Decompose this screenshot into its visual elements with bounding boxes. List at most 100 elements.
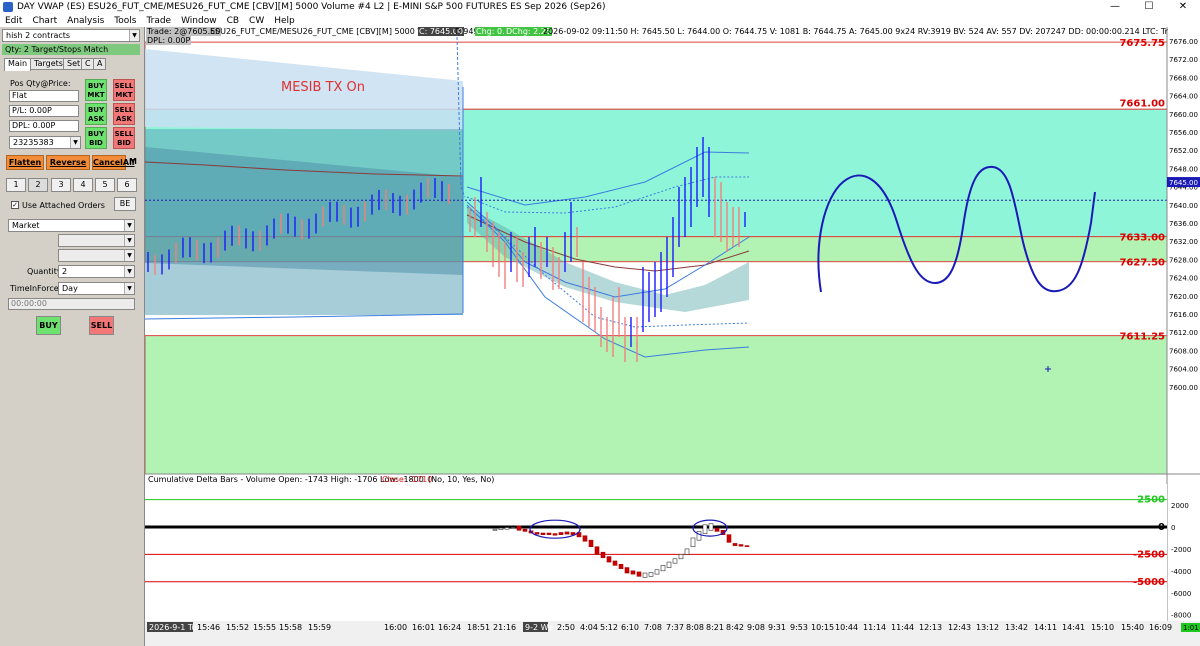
tab-main[interactable]: Main [4, 58, 32, 71]
menu-bar: Edit Chart Analysis Tools Trade Window C… [0, 14, 1200, 27]
order-param-select-1[interactable]: ▼ [58, 234, 135, 247]
maximize-button[interactable]: ☐ [1132, 0, 1166, 14]
qty-button-4[interactable]: 4 [73, 178, 93, 192]
time-tick-label: 11:14 [863, 623, 886, 632]
time-tick-label: 4:04 [580, 623, 598, 632]
buy-ask-sublabel: ASK [88, 115, 104, 123]
sell-market-button[interactable]: SELL MKT [113, 79, 135, 101]
time-tick-label: 16:00 [384, 623, 407, 632]
order-param-select-2[interactable]: ▼ [58, 249, 135, 262]
buy-market-sublabel: MKT [87, 91, 105, 99]
delta-tick-label: 2000 [1171, 502, 1189, 510]
order-type-select[interactable]: Market ▼ [8, 219, 135, 232]
delta-bar [678, 554, 684, 560]
tab-targets[interactable]: Targets [30, 58, 67, 70]
delta-tick-label: -2000 [1171, 546, 1191, 554]
minimize-button[interactable]: — [1098, 0, 1132, 14]
qty-button-3[interactable]: 3 [51, 178, 71, 192]
delta-bar [492, 528, 498, 531]
price-tick-label: 7604.00 [1169, 366, 1198, 374]
price-tick-label: 7624.00 [1169, 275, 1198, 283]
delta-level-label: -5000 [1133, 577, 1165, 588]
delta-tick-label: -6000 [1171, 590, 1191, 598]
window-title: DAY VWAP (ES) ESU26_FUT_CME/MESU26_FUT_C… [17, 2, 606, 12]
time-tick-label: 2:50 [557, 623, 575, 632]
menu-trade[interactable]: Trade [141, 16, 176, 26]
close-button[interactable]: ✕ [1166, 0, 1200, 14]
menu-tools[interactable]: Tools [109, 16, 141, 26]
delta-tick-label: -8000 [1171, 612, 1191, 620]
chevron-down-icon[interactable]: ▼ [124, 266, 134, 277]
delta-params-label: (No, 10, Yes, No) [428, 475, 495, 484]
chevron-down-icon[interactable]: ▼ [129, 30, 139, 41]
tif-label: TimeInForce: [10, 284, 62, 293]
menu-analysis[interactable]: Analysis [62, 16, 109, 26]
sell-bid-button[interactable]: SELL BID [113, 127, 135, 149]
time-field[interactable]: 00:00:00 [8, 298, 135, 310]
delta-bar [744, 545, 750, 547]
cancel-all-button[interactable]: CancelAll [92, 155, 135, 170]
qty-button-5[interactable]: 5 [95, 178, 115, 192]
account-id-select[interactable]: 23235383 ▼ [9, 136, 81, 149]
chevron-down-icon[interactable]: ▼ [124, 283, 134, 294]
use-attached-checkbox[interactable]: ✓ [11, 201, 19, 209]
delta-pane [145, 484, 1167, 621]
qty-button-2[interactable]: 2 [28, 178, 48, 192]
qty-button-6[interactable]: 6 [117, 178, 137, 192]
time-tick-label: 7:37 [666, 623, 684, 632]
buy-market-button[interactable]: BUY MKT [85, 79, 107, 101]
flatten-button[interactable]: Flatten [6, 155, 44, 170]
time-tick-label: 15:58 [279, 623, 302, 632]
time-tick-label: 8:42 [726, 623, 744, 632]
tif-select[interactable]: Day ▼ [58, 282, 135, 295]
delta-level-label: 2500 [1137, 495, 1165, 506]
menu-edit[interactable]: Edit [0, 16, 27, 26]
chevron-down-icon[interactable]: ▼ [70, 137, 80, 148]
buy-bid-label: BUY [87, 130, 105, 138]
sell-market-sublabel: MKT [115, 91, 133, 99]
time-tick-label: 13:12 [976, 623, 999, 632]
price-tick-label: 7620.00 [1169, 293, 1198, 301]
delta-bar [612, 560, 618, 566]
menu-chart[interactable]: Chart [27, 16, 62, 26]
menu-help[interactable]: Help [269, 16, 300, 26]
buy-button[interactable]: BUY [36, 316, 61, 335]
delta-bar [666, 561, 672, 568]
quantity-select[interactable]: 2 ▼ [58, 265, 135, 278]
tab-a[interactable]: A [93, 58, 107, 70]
price-chart-area[interactable]: 7675.75 7661.00 7633.00 7627.50 7611.25 7676.… [145, 27, 1200, 646]
menu-cb[interactable]: CB [222, 16, 244, 26]
price-marker-label: 7645.00 [1169, 179, 1198, 187]
time-tick-label: 9:08 [747, 623, 765, 632]
sell-market-label: SELL [114, 82, 134, 90]
delta-bar [582, 535, 588, 542]
quantity-value: 2 [62, 267, 68, 276]
sell-ask-label: SELL [114, 106, 134, 114]
time-tick-label: 15:10 [1091, 623, 1114, 632]
reverse-button[interactable]: Reverse [46, 155, 90, 170]
delta-bar [642, 572, 648, 578]
account-select[interactable]: hish 2 contracts ▼ [2, 29, 140, 42]
qty-button-1[interactable]: 1 [6, 178, 26, 192]
sell-ask-button[interactable]: SELL ASK [113, 103, 135, 125]
time-tick-label: 9:31 [768, 623, 786, 632]
price-tick-label: 7616.00 [1169, 311, 1198, 319]
price-tick-label: 7636.00 [1169, 220, 1198, 228]
buy-bid-button[interactable]: BUY BID [85, 127, 107, 149]
buy-ask-button[interactable]: BUY ASK [85, 103, 107, 125]
chevron-down-icon[interactable]: ▼ [124, 250, 134, 261]
m-button[interactable]: M [129, 157, 137, 166]
delta-bar [624, 567, 630, 574]
target-stops-bar: Qty: 2 Target/Stops Match [2, 44, 140, 55]
be-button[interactable]: BE [114, 197, 136, 211]
menu-cw[interactable]: CW [244, 16, 269, 26]
dpl-field: DPL: 0.00P [9, 120, 79, 132]
price-tick-label: 7668.00 [1169, 74, 1198, 82]
chart-canvas[interactable]: 7675.75 7661.00 7633.00 7627.50 7611.25 7676.… [145, 27, 1200, 646]
chevron-down-icon[interactable]: ▼ [124, 235, 134, 246]
sell-button[interactable]: SELL [89, 316, 114, 335]
price-tick-label: 7600.00 [1169, 384, 1198, 392]
chevron-down-icon[interactable]: ▼ [124, 220, 134, 231]
delta-bar [522, 528, 528, 532]
menu-window[interactable]: Window [176, 16, 222, 26]
